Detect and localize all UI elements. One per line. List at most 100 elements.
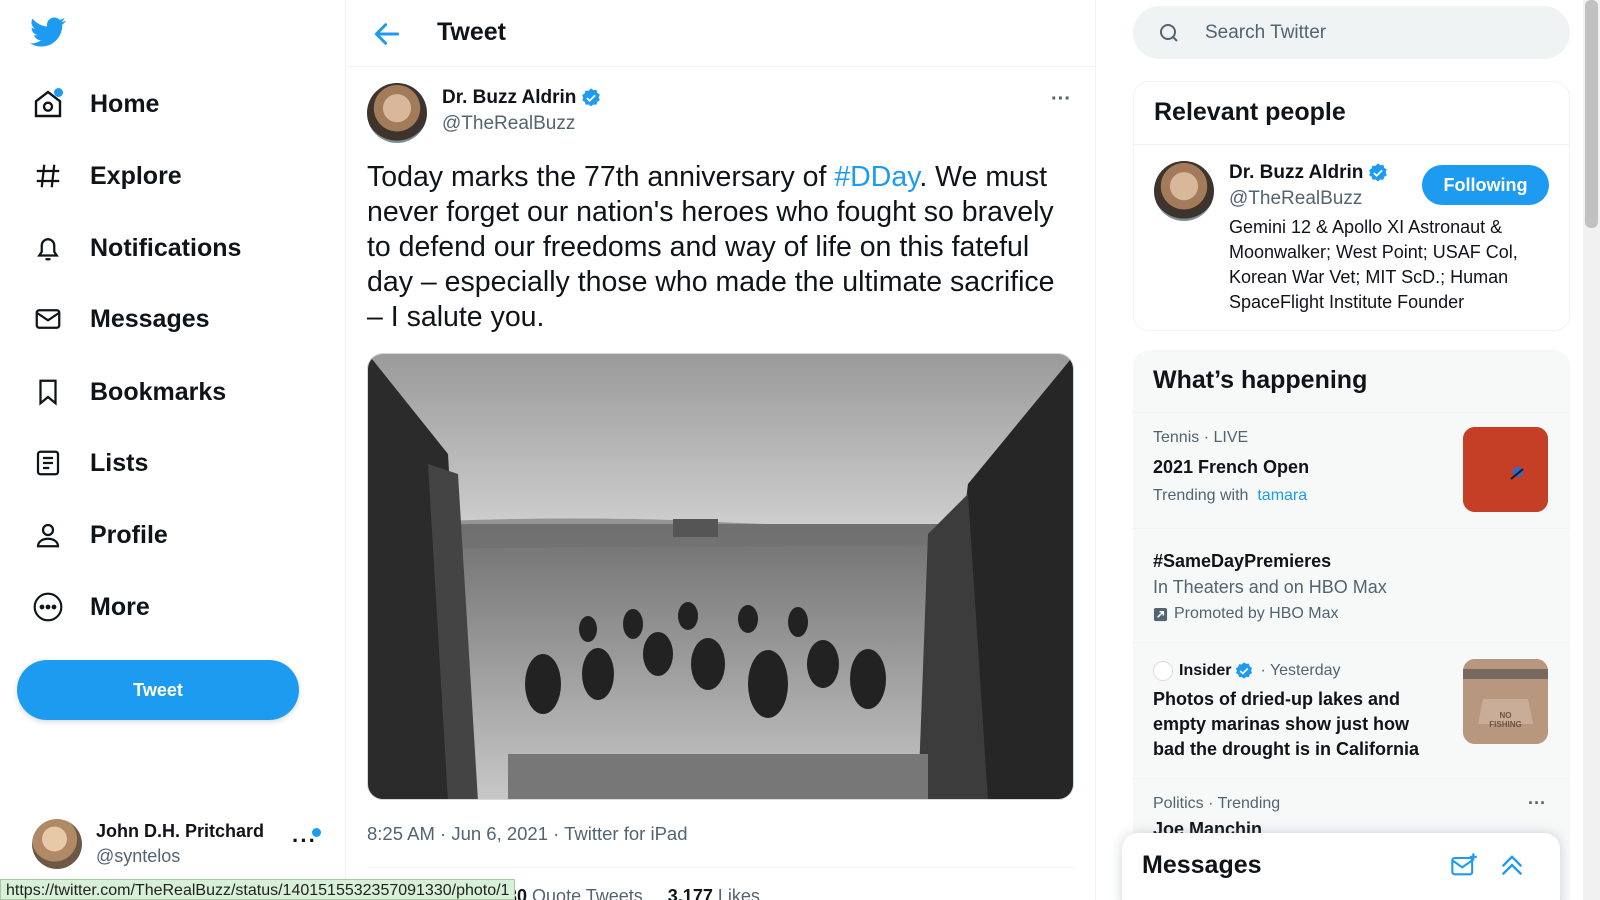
twitter-app: Home Explore Notifications Messages Book [0,0,1600,900]
verified-badge-icon [1236,662,1253,679]
trend-subtitle: In Theaters and on HBO Max [1153,577,1387,597]
search-input[interactable] [1205,20,1545,46]
person-avatar[interactable] [1154,161,1214,221]
messages-drawer-title: Messages [1142,851,1262,879]
person-handle[interactable]: @TheRealBuzz [1229,188,1362,210]
page-title: Tweet [437,18,506,46]
promoted-icon [1153,607,1168,621]
news-source: Insider [1179,662,1232,679]
like-count[interactable]: 3,177 [668,886,713,900]
person-name-row[interactable]: Dr. Buzz Aldrin [1229,162,1389,184]
avatar [32,819,82,869]
author-name-row[interactable]: Dr. Buzz Aldrin [442,87,602,109]
nav-home[interactable]: Home [30,79,159,129]
relevant-people-title: Relevant people [1154,98,1346,126]
relevant-people-card: Relevant people Dr. Buzz Aldrin @TheReal… [1133,81,1570,331]
following-button[interactable]: Following [1422,165,1549,205]
nav-lists[interactable]: Lists [30,438,148,488]
envelope-icon [30,301,66,337]
verified-badge-icon [1369,163,1388,182]
trend-related-link[interactable]: tamara [1257,487,1307,504]
thumbnail-sign-text: NO FISHING [1463,711,1548,729]
trend-title: 2021 French Open [1153,457,1310,477]
new-message-icon[interactable] [1450,851,1478,879]
trend-item[interactable]: Tennis · LIVE 2021 French Open Trending … [1133,412,1570,528]
news-item[interactable]: Insider · Yesterday Photos of dried-up l… [1133,642,1570,778]
person-icon [30,517,66,553]
relevant-person[interactable]: Dr. Buzz Aldrin @TheRealBuzz Following G… [1134,145,1569,331]
person-bio: Gemini 12 & Apollo XI Astronaut & Moonwa… [1229,217,1518,312]
nav-label: Notifications [90,233,242,262]
trend-title: #SameDayPremieres [1153,551,1332,571]
tweet-button[interactable]: Tweet [17,660,299,720]
page-scrollbar[interactable] [1583,0,1600,900]
account-handle: @syntelos [96,846,181,866]
hashtag-link[interactable]: #DDay [834,161,919,193]
hashtag-icon [30,158,66,194]
bookmark-icon [30,374,66,410]
author-avatar[interactable] [367,83,427,143]
search-icon [1160,24,1178,42]
nav-notifications[interactable]: Notifications [30,223,241,273]
trend-thumbnail [1463,427,1548,512]
trend-more-icon[interactable]: ··· [1528,793,1546,814]
nav-label: More [90,592,150,621]
whats-happening-card: What’s happening Tennis · LIVE 2021 Fren… [1133,350,1570,900]
trend-context-prefix: Trending with [1153,487,1249,504]
nav-label: Profile [90,520,168,549]
tennis-court-image [1463,427,1548,512]
news-thumbnail: NO FISHING [1463,659,1548,744]
tweet-more-icon[interactable]: ··· [1051,88,1071,111]
tweet-photo[interactable] [367,353,1074,800]
nav-label: Explore [90,161,182,190]
author-handle[interactable]: @TheRealBuzz [442,113,575,135]
promoted-label-row: Promoted by HBO Max [1153,605,1339,623]
account-name: John D.H. Pritchard [96,821,265,841]
like-label[interactable]: Likes [718,886,760,900]
trend-meta: Tennis · LIVE [1153,429,1249,446]
tweet-text: Today marks the 77th anniversary of #DDa… [367,160,1072,335]
nav-label: Lists [90,448,149,477]
expand-chevron-icon[interactable] [1498,851,1526,879]
dry-marina-image [1463,659,1548,744]
quote-label[interactable]: Quote Tweets [532,886,643,900]
nav-profile[interactable]: Profile [30,510,168,560]
browser-status-url: https://twitter.com/TheRealBuzz/status/1… [0,879,516,900]
nav-more[interactable]: More [30,582,150,632]
account-switcher[interactable]: John D.H. Pritchard @syntelos ··· [32,818,332,870]
messages-drawer[interactable]: Messages [1122,833,1560,900]
nav-explore[interactable]: Explore [30,151,182,201]
tweet-timestamp[interactable]: 8:25 AM · Jun 6, 2021 · Twitter for iPad [367,823,688,845]
home-notification-dot [54,88,63,97]
page-header: Tweet [347,0,1096,67]
whats-happening-title: What’s happening [1153,366,1368,394]
left-sidebar: Home Explore Notifications Messages Book [0,0,346,900]
thumbnail-sign-line-2: FISHING [1489,720,1522,729]
thumbnail-sign-line-1: NO [1499,711,1512,720]
home-icon [30,86,66,122]
divider [367,867,1074,868]
more-circle-icon [30,589,66,625]
scrollbar-thumb[interactable] [1585,0,1598,228]
bell-icon [30,230,66,266]
promoted-trend[interactable]: #SameDayPremieres In Theaters and on HBO… [1133,528,1570,642]
twitter-logo-icon[interactable] [28,14,68,50]
insider-logo-icon [1153,661,1173,681]
account-notification-dot [312,828,321,837]
person-name: Dr. Buzz Aldrin [1229,162,1364,183]
nav-label: Home [90,89,160,118]
nav-messages[interactable]: Messages [30,294,210,344]
news-headline: Photos of dried-up lakes and empty marin… [1153,689,1420,759]
verified-badge-icon [582,88,601,107]
main-column: Tweet Dr. Buzz Aldrin @TheRealBuzz ··· T… [347,0,1096,900]
nav-bookmarks[interactable]: Bookmarks [30,367,226,417]
nav-label: Messages [90,304,210,333]
tweet-stats: 30 Quote Tweets 3,177 Likes [507,886,760,900]
promoted-label: Promoted by HBO Max [1174,605,1339,622]
trend-meta: Politics · Trending [1153,795,1281,812]
search-box[interactable] [1133,6,1570,59]
tweet-text-start: Today marks the 77th anniversary of [367,161,835,193]
back-arrow-icon[interactable] [371,18,403,50]
nav-label: Bookmarks [90,377,227,406]
list-icon [30,445,66,481]
